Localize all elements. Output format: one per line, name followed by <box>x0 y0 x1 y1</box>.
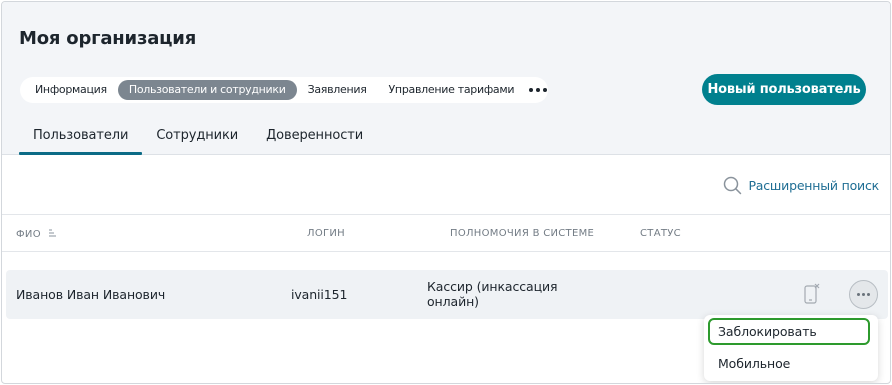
app-frame: Моя организация Информация Пользователи … <box>1 1 891 384</box>
page-header: Моя организация Информация Пользователи … <box>2 2 890 155</box>
tab-information[interactable]: Информация <box>24 80 118 100</box>
user-name: Иванов Иван Иванович <box>16 287 166 302</box>
advanced-search-label: Расширенный поиск <box>748 178 879 193</box>
tab-applications[interactable]: Заявления <box>297 80 378 100</box>
row-actions-menu: Заблокировать Мобильное приложение <box>704 315 878 383</box>
section-tabs: Информация Пользователи и сотрудники Зая… <box>20 77 548 103</box>
tab-tariff-management[interactable]: Управление тарифами <box>378 80 526 100</box>
menu-item-block[interactable]: Заблокировать <box>708 318 870 345</box>
subtab-power-of-attorney[interactable]: Доверенности <box>252 118 377 155</box>
user-permissions: Кассир (инкассация онлайн) <box>427 279 558 309</box>
column-header-name[interactable]: ФИО <box>16 228 58 240</box>
mobile-device-icon[interactable] <box>803 283 821 305</box>
column-header-permissions: ПОЛНОМОЧИЯ В СИСТЕМЕ <box>450 228 595 239</box>
row-more-button[interactable] <box>849 280 878 309</box>
table-header: ФИО ЛОГИН ПОЛНОМОЧИЯ В СИСТЕМЕ СТАТУС <box>2 214 890 252</box>
more-tabs-icon[interactable] <box>529 80 548 100</box>
tab-users-and-employees[interactable]: Пользователи и сотрудники <box>117 80 297 100</box>
sort-icon[interactable] <box>48 228 58 238</box>
sub-tabs: Пользователи Сотрудники Доверенности <box>19 118 377 155</box>
subtab-users[interactable]: Пользователи <box>19 118 143 155</box>
column-header-status: СТАТУС <box>640 228 681 239</box>
page-title: Моя организация <box>19 28 197 49</box>
new-user-button[interactable]: Новый пользователь <box>702 74 866 105</box>
advanced-search-link[interactable]: Расширенный поиск <box>723 176 879 195</box>
search-icon <box>724 176 742 195</box>
table-row[interactable]: Иванов Иван Иванович ivanii151 Кассир (и… <box>6 270 888 319</box>
subtab-employees[interactable]: Сотрудники <box>142 118 252 155</box>
menu-item-mobile-app[interactable]: Мобильное приложение <box>708 351 870 383</box>
user-login: ivanii151 <box>291 287 348 302</box>
column-header-login: ЛОГИН <box>307 228 345 239</box>
